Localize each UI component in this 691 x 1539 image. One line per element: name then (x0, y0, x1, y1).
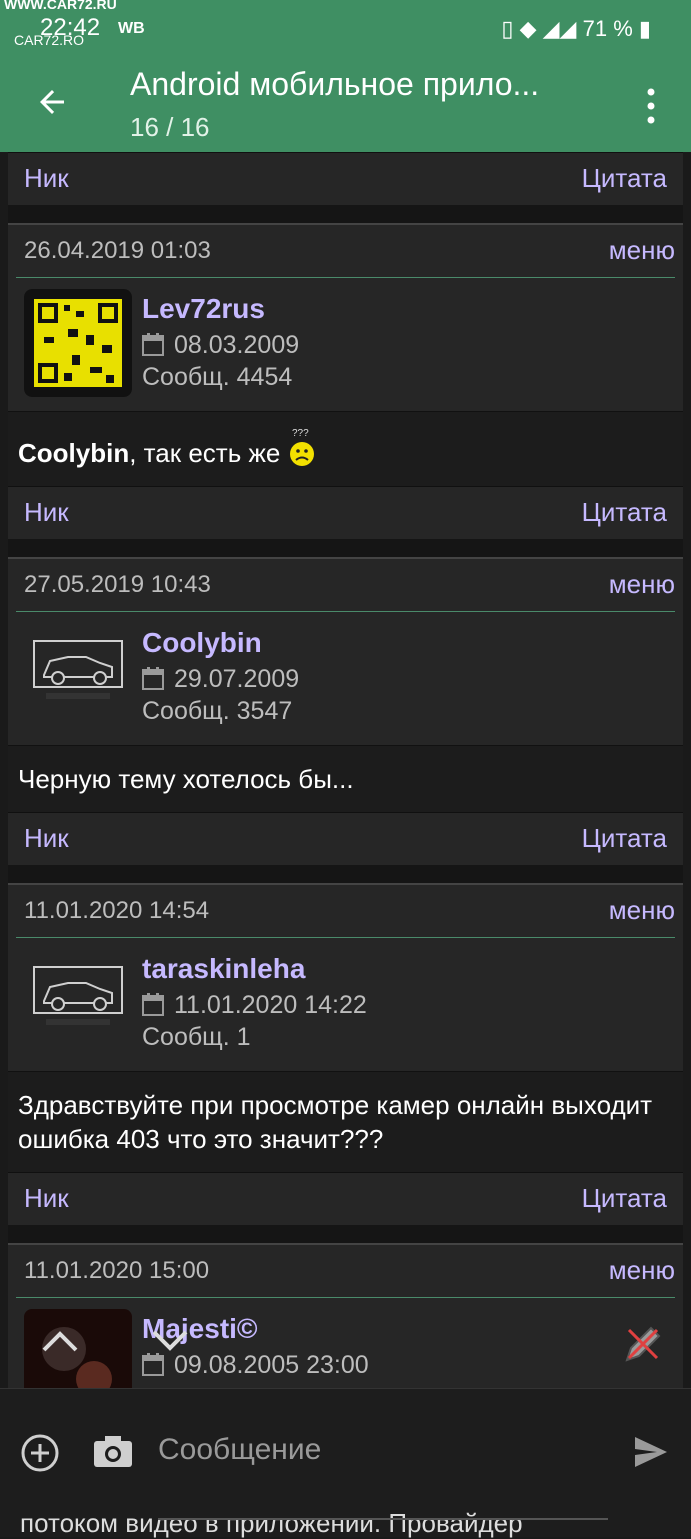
signal-icon: ◢◢ (542, 16, 577, 41)
post-header: 26.04.2019 01:03 меню Lev72rus 08.03.200… (8, 225, 683, 412)
page-counter: 16 / 16 (130, 112, 210, 142)
post-actions: Ник Цитата (8, 152, 683, 205)
status-bar: WWW.CAR72.RU CAR72.RO 22:42 WB ▯ ◆ ◢◢ 71… (0, 0, 691, 56)
post-separator (8, 1225, 683, 1245)
scroll-down-icon[interactable] (150, 1328, 190, 1354)
quote-button[interactable]: Цитата (582, 163, 667, 194)
back-arrow-icon[interactable] (34, 84, 70, 120)
app-bar: Android мобильное прило... 16 / 16 (0, 56, 691, 152)
post-body: Coolybin, так есть же ??? (8, 412, 683, 486)
join-date-value: 08.03.2009 (174, 331, 300, 359)
header-divider (16, 937, 675, 938)
header-divider (16, 277, 675, 278)
username[interactable]: taraskinleha (142, 953, 305, 985)
more-options-icon[interactable] (641, 86, 661, 126)
calendar-icon (142, 333, 164, 356)
post-body: Черную тему хотелось бы... (8, 746, 683, 812)
battery-icon: ▮ (638, 16, 651, 41)
edit-pencil-icon[interactable] (619, 1320, 667, 1368)
join-date-value: 29.07.2009 (174, 665, 300, 693)
header-divider (16, 611, 675, 612)
post-menu-button[interactable]: меню (609, 235, 675, 266)
input-underline (158, 1518, 608, 1520)
calendar-icon (142, 667, 164, 690)
wifi-icon: ◆ (519, 16, 537, 41)
post-body: Здравствуйте при просмотре камер онлайн … (8, 1072, 683, 1172)
post-date: 27.05.2019 10:43 (24, 571, 211, 598)
username[interactable]: Lev72rus (142, 293, 265, 325)
post-actions: Ник Цитата (8, 1172, 683, 1225)
post-header: 11.01.2020 14:54 меню taraskinleha 11.01… (8, 885, 683, 1072)
post-text: , так есть же (129, 438, 281, 468)
join-date: 11.01.2020 14:22 (142, 991, 367, 1020)
post-header: 11.01.2020 15:00 меню Majesti© 09.08.200… (8, 1245, 683, 1388)
avatar-qr-code[interactable] (24, 289, 132, 397)
calendar-icon (142, 1353, 164, 1376)
quote-button[interactable]: Цитата (582, 497, 667, 528)
avatar-car-placeholder[interactable] (24, 623, 132, 731)
post-menu-button[interactable]: меню (609, 895, 675, 926)
nick-button[interactable]: Ник (24, 1183, 69, 1214)
status-icons: ▯ ◆ ◢◢ 71 % ▮ (501, 16, 651, 42)
post-count: Сообщ. 1 (142, 1023, 251, 1051)
nick-button[interactable]: Ник (24, 497, 69, 528)
post-date: 11.01.2020 15:00 (24, 1257, 210, 1284)
join-date: 29.07.2009 (142, 665, 299, 694)
join-date: 08.03.2009 (142, 331, 299, 360)
add-attachment-icon[interactable] (20, 1433, 60, 1473)
post-count: Сообщ. 3547 (142, 697, 293, 725)
avatar-car-placeholder[interactable] (24, 949, 132, 1057)
clock: 22:42 (40, 14, 101, 41)
mention[interactable]: Coolybin (18, 438, 129, 468)
post-date: 26.04.2019 01:03 (24, 237, 211, 264)
username[interactable]: Coolybin (142, 627, 262, 659)
post-header: 27.05.2019 10:43 меню Coolybin 29.07.200… (8, 559, 683, 746)
nick-button[interactable]: Ник (24, 163, 69, 194)
background-post-text: потоком видео в приложении. Провайдер (20, 1508, 523, 1538)
quote-button[interactable]: Цитата (582, 823, 667, 854)
topic-title: Android мобильное прило... (130, 66, 540, 102)
post-count: Сообщ. 4454 (142, 363, 293, 391)
header-divider (16, 1297, 675, 1298)
join-date-value: 09.08.2005 23:00 (174, 1351, 369, 1379)
send-icon[interactable] (633, 1435, 669, 1469)
carrier-label: WB (118, 20, 145, 37)
scroll-up-icon[interactable] (40, 1328, 80, 1354)
quote-button[interactable]: Цитата (582, 1183, 667, 1214)
calendar-icon (142, 993, 164, 1016)
battery-percent: 71 % (582, 16, 633, 41)
svg-text:???: ??? (292, 428, 309, 439)
post-actions: Ник Цитата (8, 486, 683, 539)
join-date: 09.08.2005 23:00 (142, 1351, 369, 1380)
vibrate-icon: ▯ (501, 16, 514, 41)
post-separator (8, 539, 683, 559)
message-input[interactable]: Сообщение (158, 1433, 321, 1467)
post-date: 11.01.2020 14:54 (24, 897, 210, 924)
post-separator (8, 865, 683, 885)
post-actions: Ник Цитата (8, 812, 683, 865)
nick-button[interactable]: Ник (24, 823, 69, 854)
camera-icon[interactable] (92, 1433, 134, 1469)
confused-smiley-icon: ??? (289, 428, 314, 466)
watermark: WWW.CAR72.RU (4, 0, 117, 12)
post-menu-button[interactable]: меню (609, 1255, 675, 1286)
post-separator (8, 205, 683, 225)
join-date-value: 11.01.2020 14:22 (174, 991, 367, 1019)
post-menu-button[interactable]: меню (609, 569, 675, 600)
posts-feed[interactable]: Ник Цитата 26.04.2019 01:03 меню Lev72ru… (0, 152, 691, 1388)
